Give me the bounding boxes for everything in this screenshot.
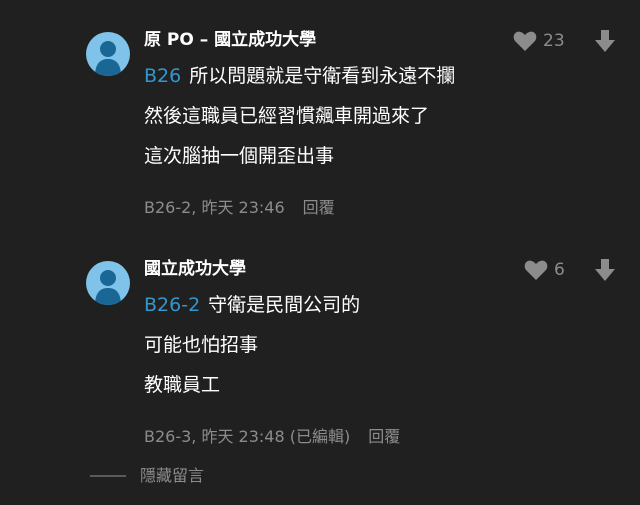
heart-icon (513, 31, 537, 51)
comment-meta: B26-3, 昨天 23:48 (已編輯) 回覆 (144, 427, 400, 447)
user-avatar-icon (95, 41, 121, 76)
like-count: 6 (554, 260, 565, 280)
reply-button[interactable]: 回覆 (368, 427, 400, 446)
comment-text: 然後這職員已經習慣飆車開過來了 (144, 105, 430, 127)
avatar[interactable] (86, 32, 130, 76)
comment-text: 可能也怕招事 (144, 334, 259, 356)
like-count: 23 (543, 31, 565, 51)
comment-line: B26 所以問題就是守衛看到永遠不攔 (144, 64, 455, 88)
comment-timestamp: B26-3, 昨天 23:48 (已編輯) (144, 427, 351, 446)
comment-text: 守衛是民間公司的 (208, 294, 361, 316)
comment-line: B26-2 守衛是民間公司的 (144, 293, 360, 317)
hide-comments-label: 隱藏留言 (140, 466, 205, 485)
like-button[interactable]: 6 (524, 259, 565, 281)
comment-author: 國立成功大學 (144, 259, 246, 279)
comment-meta: B26-2, 昨天 23:46 回覆 (144, 198, 335, 218)
user-avatar-icon (95, 270, 121, 305)
avatar[interactable] (86, 261, 130, 305)
arrow-down-icon[interactable] (594, 258, 616, 282)
comment-text: 教職員工 (144, 374, 221, 396)
hide-comments-button[interactable]: 隱藏留言 (90, 466, 204, 486)
like-button[interactable]: 23 (513, 30, 565, 52)
arrow-down-icon[interactable] (594, 29, 616, 53)
reply-button[interactable]: 回覆 (303, 198, 335, 217)
reply-tag-link[interactable]: B26 (144, 65, 181, 87)
reply-tag-link[interactable]: B26-2 (144, 294, 200, 316)
comment-timestamp: B26-2, 昨天 23:46 (144, 198, 285, 217)
comment-text: 這次腦抽一個開歪出事 (144, 145, 335, 167)
comment-author: 原 PO – 國立成功大學 (144, 30, 317, 50)
divider (90, 475, 126, 477)
heart-icon (524, 260, 548, 280)
comment-text: 所以問題就是守衛看到永遠不攔 (189, 65, 456, 87)
